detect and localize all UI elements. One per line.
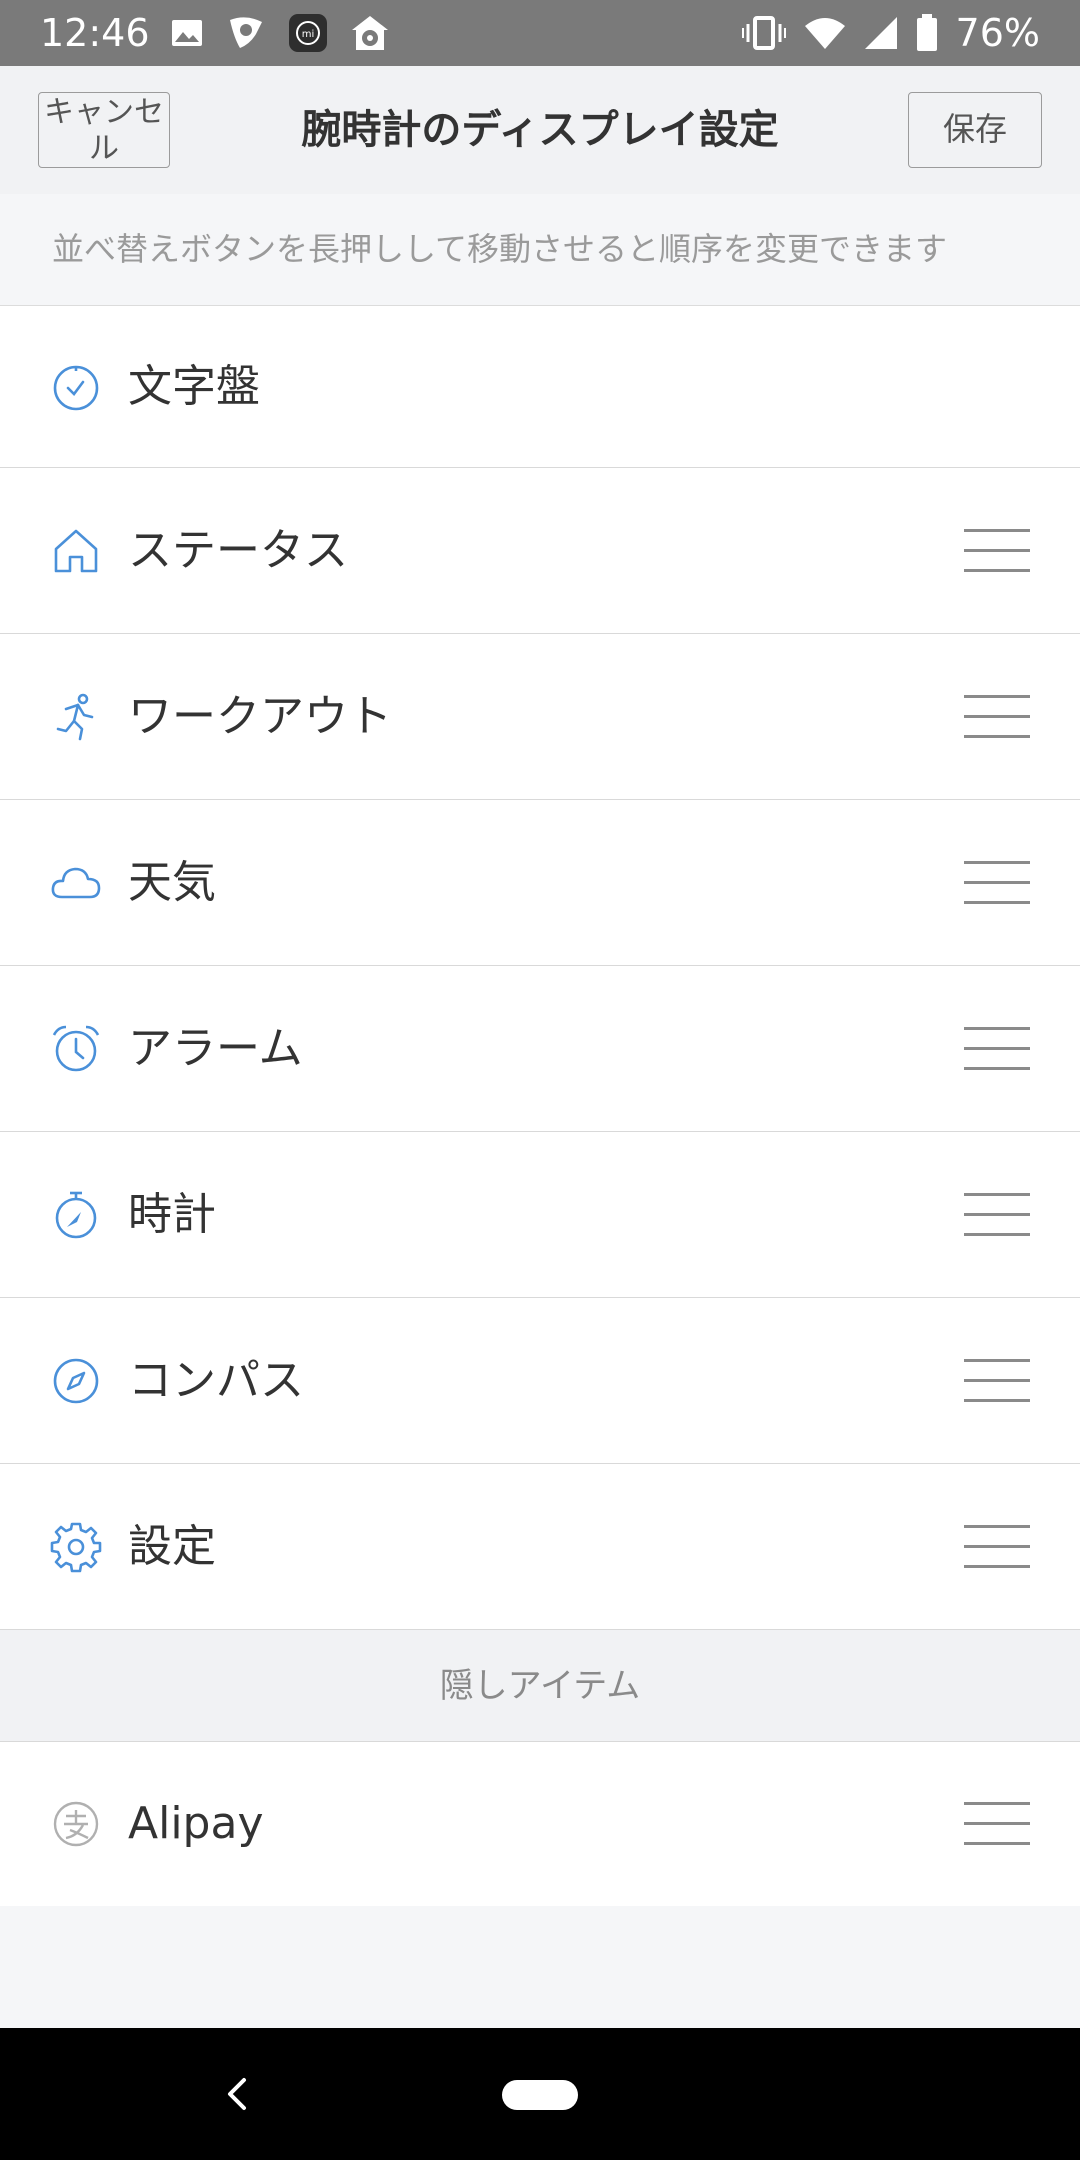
hidden-items-header: 隠しアイテム bbox=[0, 1630, 1080, 1742]
signal-icon bbox=[864, 17, 897, 49]
compass-icon bbox=[53, 1358, 99, 1403]
alipay-icon bbox=[53, 1801, 99, 1847]
list-item-alarm[interactable]: アラーム bbox=[0, 966, 1080, 1132]
header-bar: キャンセル 腕時計のディスプレイ設定 保存 bbox=[0, 66, 1080, 194]
list-item-settings[interactable]: 設定 bbox=[0, 1464, 1080, 1630]
home-icon bbox=[54, 529, 98, 572]
hint-bar: 並べ替えボタンを長押しして移動させると順序を変更できます bbox=[0, 194, 1080, 306]
wifi-icon bbox=[804, 18, 845, 49]
drag-handle-icon[interactable] bbox=[964, 1524, 1030, 1569]
clock-face-icon bbox=[53, 365, 99, 410]
cloud-icon bbox=[51, 867, 101, 898]
image-icon bbox=[172, 20, 202, 46]
drag-handle-icon[interactable] bbox=[964, 860, 1030, 905]
drag-handle-icon[interactable] bbox=[964, 528, 1030, 573]
item-label: Alipay bbox=[128, 1798, 264, 1849]
soccer-house-icon bbox=[352, 16, 388, 50]
battery-percent: 76% bbox=[955, 11, 1040, 55]
system-nav-bar bbox=[0, 2028, 1080, 2160]
gear-icon bbox=[50, 1522, 102, 1572]
item-label: 時計 bbox=[128, 1188, 216, 1240]
item-label: ステータス bbox=[128, 524, 348, 576]
list-item-status[interactable]: ステータス bbox=[0, 468, 1080, 634]
list-item-workout[interactable]: ワークアウト bbox=[0, 634, 1080, 800]
back-chevron-icon[interactable] bbox=[216, 2072, 256, 2116]
svg-text:mi: mi bbox=[302, 29, 315, 40]
drag-handle-icon[interactable] bbox=[964, 1026, 1030, 1071]
system-icons: 76% bbox=[741, 8, 1040, 58]
visible-items-list: 文字盤 ステータス ワークアウト 天気 アラーム 時計 コンパス 設定 bbox=[0, 306, 1080, 1630]
gear-shield-icon bbox=[230, 17, 262, 48]
notification-icons: mi bbox=[170, 13, 390, 53]
drag-handle-icon[interactable] bbox=[964, 1358, 1030, 1403]
stopwatch-icon bbox=[55, 1191, 97, 1238]
reorder-hint: 並べ替えボタンを長押しして移動させると順序を変更できます bbox=[52, 230, 948, 268]
save-button[interactable]: 保存 bbox=[908, 92, 1042, 168]
drag-handle-icon[interactable] bbox=[964, 694, 1030, 739]
status-time: 12:46 bbox=[40, 11, 150, 55]
item-label: 設定 bbox=[128, 1520, 216, 1572]
alarm-clock-icon bbox=[52, 1025, 100, 1071]
running-icon bbox=[56, 693, 94, 740]
item-label: コンパス bbox=[128, 1354, 304, 1406]
battery-icon bbox=[916, 14, 937, 51]
home-pill-button[interactable] bbox=[502, 2080, 578, 2110]
item-label: 天気 bbox=[128, 856, 216, 908]
status-bar: 12:46 mi 76% bbox=[0, 0, 1080, 66]
list-item-weather[interactable]: 天気 bbox=[0, 800, 1080, 966]
vibrate-icon bbox=[741, 16, 786, 50]
drag-handle-icon[interactable] bbox=[964, 1802, 1030, 1846]
mi-fit-icon: mi bbox=[289, 14, 327, 52]
drag-handle-icon[interactable] bbox=[964, 1192, 1030, 1237]
list-item-alipay[interactable]: Alipay bbox=[0, 1742, 1080, 1906]
hidden-items-list: Alipay bbox=[0, 1742, 1080, 1906]
list-item-clock[interactable]: 時計 bbox=[0, 1132, 1080, 1298]
list-item-watch-face[interactable]: 文字盤 bbox=[0, 306, 1080, 468]
item-label: 文字盤 bbox=[128, 360, 260, 412]
list-item-compass[interactable]: コンパス bbox=[0, 1298, 1080, 1464]
item-label: アラーム bbox=[128, 1022, 303, 1074]
item-label: ワークアウト bbox=[128, 690, 392, 742]
